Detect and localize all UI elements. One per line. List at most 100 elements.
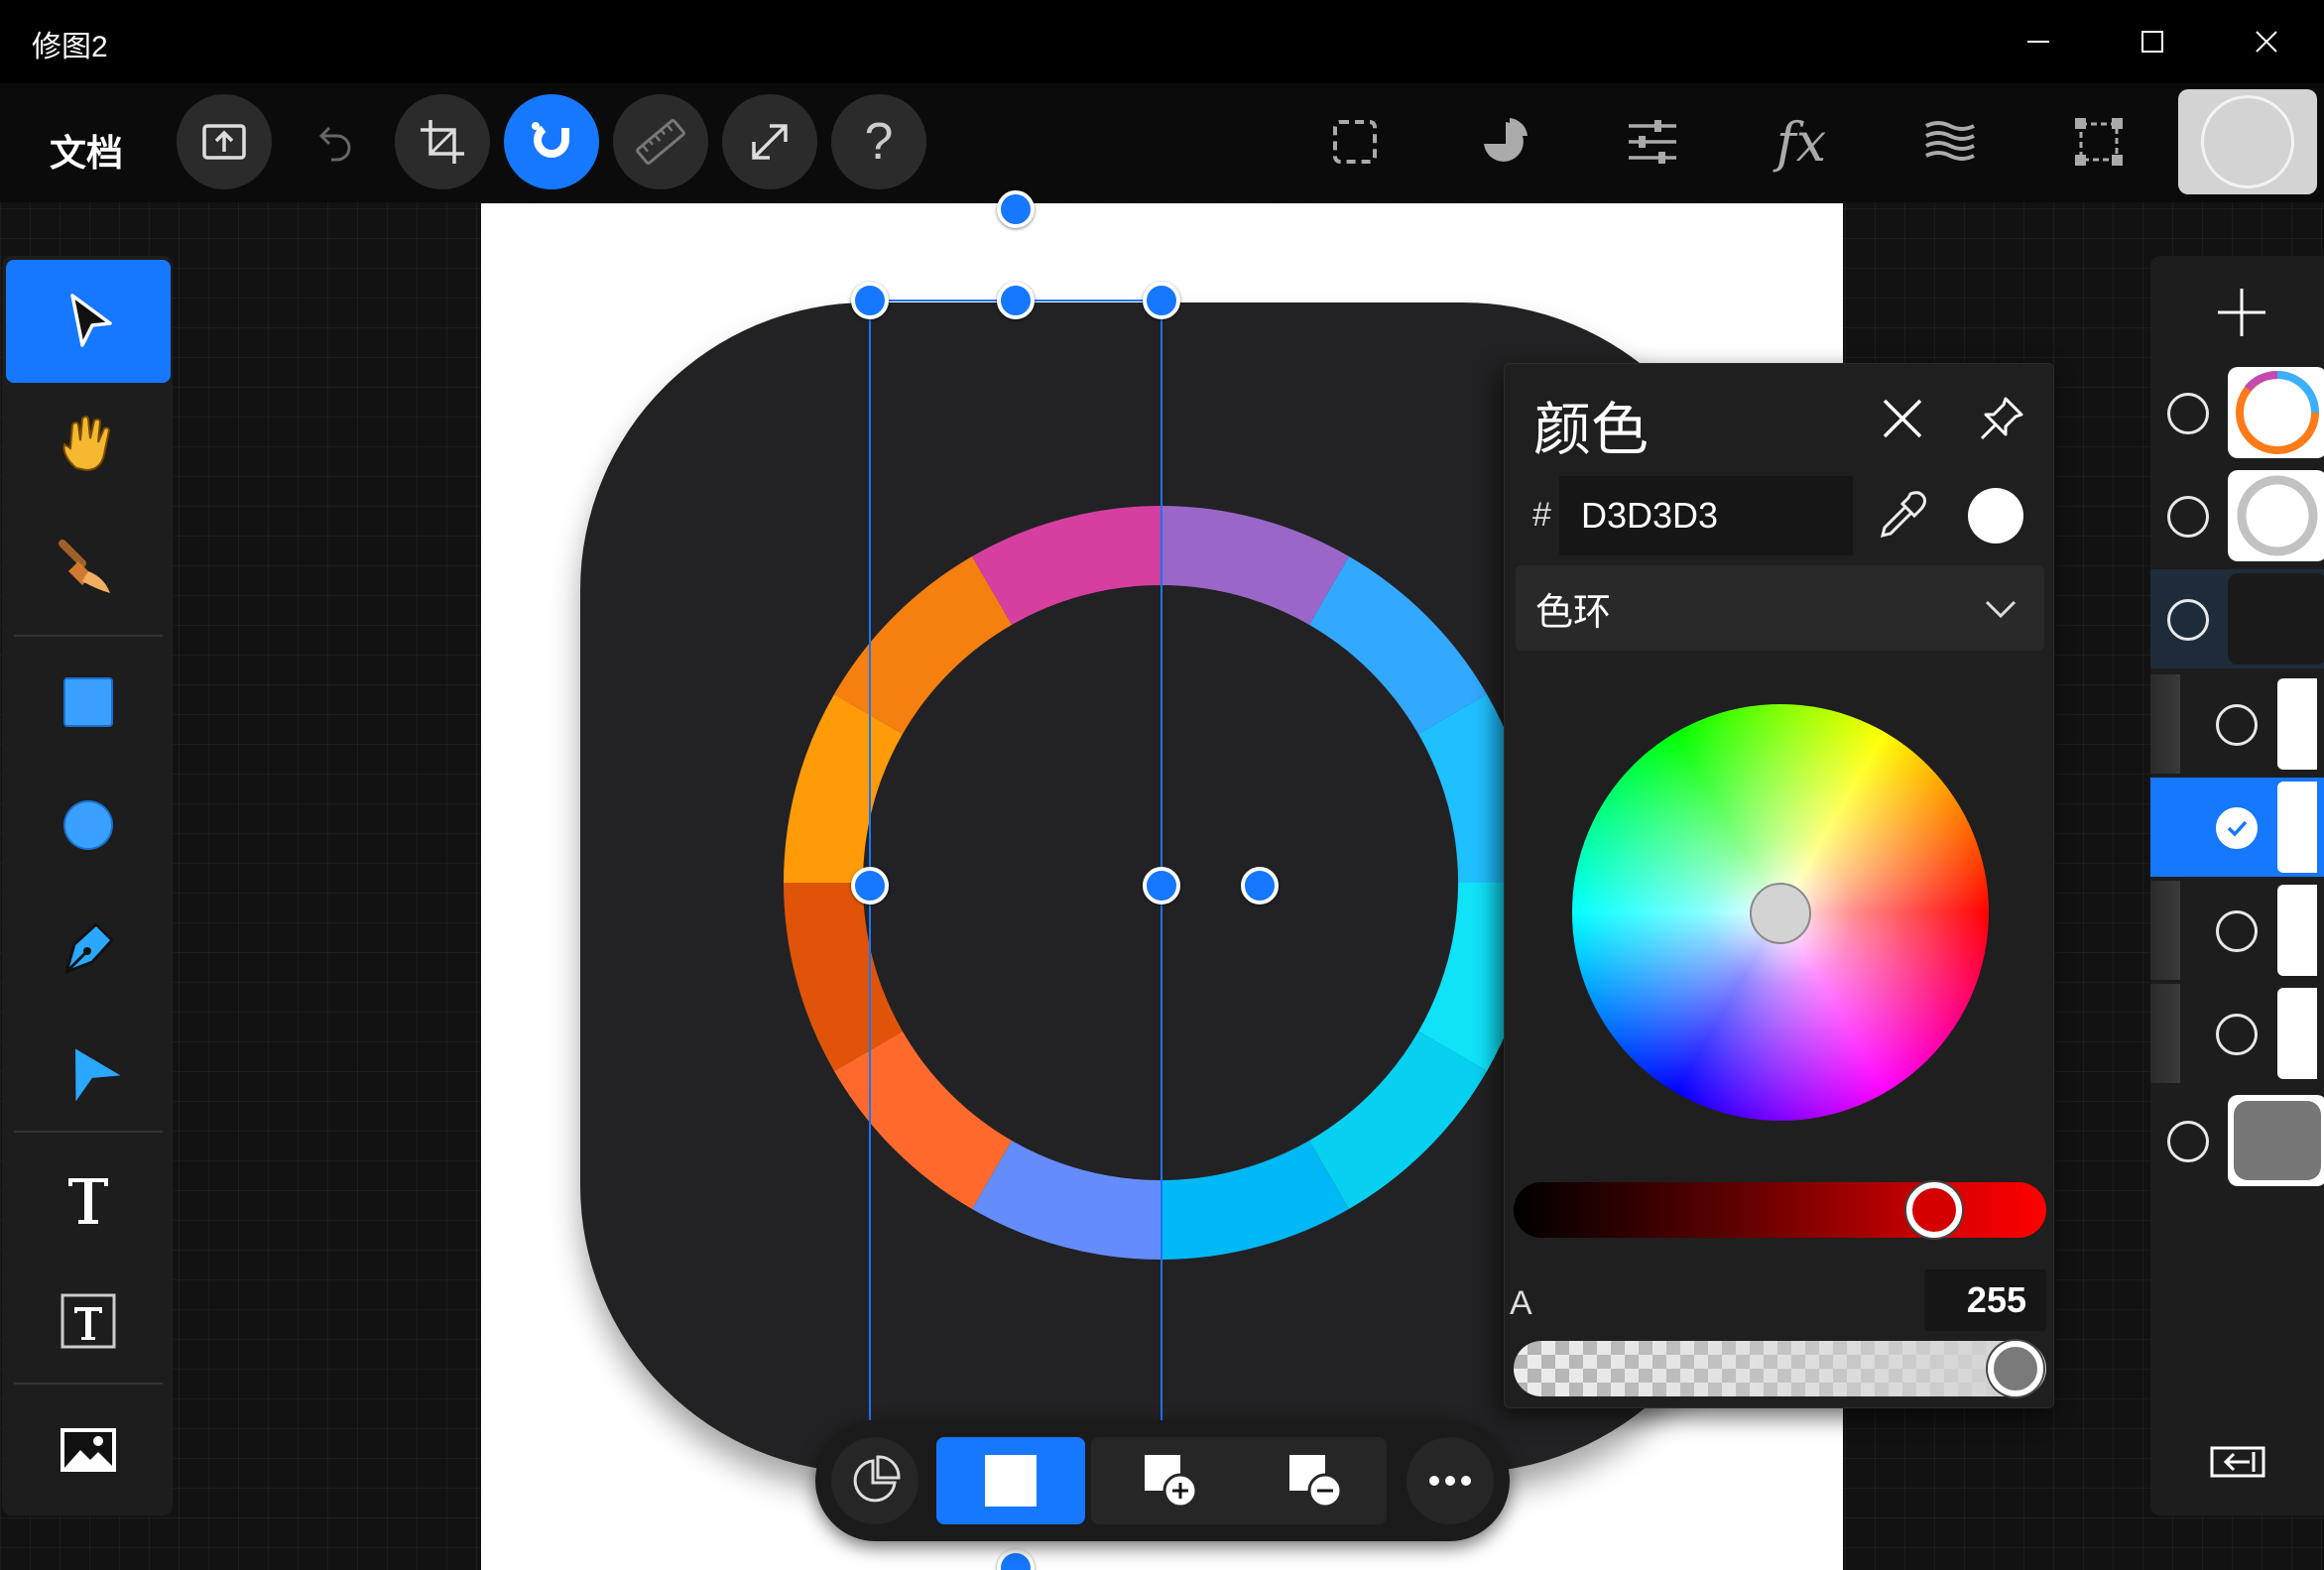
hex-color-input[interactable]: [1559, 476, 1853, 555]
shadow-thumbnail-icon: [2237, 475, 2318, 556]
resize-handle-top[interactable]: [997, 282, 1035, 319]
check-icon: [2227, 820, 2248, 837]
texture-icon: [1925, 121, 1975, 161]
ruler-button[interactable]: [613, 94, 708, 189]
layer-select-radio[interactable]: [2167, 496, 2209, 538]
snap-button[interactable]: [504, 94, 599, 189]
transform-button[interactable]: [2051, 94, 2146, 189]
text-box-tool[interactable]: [6, 1260, 171, 1383]
ellipse-tool[interactable]: [6, 764, 171, 887]
crop-button[interactable]: [395, 94, 490, 189]
document-menu[interactable]: 文档: [50, 123, 123, 177]
color-wheel-picker[interactable]: [1750, 883, 1811, 944]
alpha-slider[interactable]: [1514, 1341, 2046, 1396]
transform-icon: [2075, 118, 2123, 166]
resize-icon: [752, 124, 788, 160]
layer-indent: [2150, 674, 2180, 774]
snap-magnet-icon: [532, 122, 569, 158]
undo-icon: [318, 126, 351, 162]
ruler-icon: [636, 118, 685, 166]
pie-button[interactable]: [831, 1437, 918, 1524]
close-window-button[interactable]: [2212, 0, 2321, 83]
pie-shape-button[interactable]: [1456, 94, 1551, 189]
layer-select-radio[interactable]: [2216, 910, 2258, 952]
plus-icon: [2218, 289, 2265, 336]
close-icon: [2256, 31, 2277, 53]
undo-button[interactable]: [288, 94, 383, 189]
color-mode-dropdown[interactable]: 色环: [1516, 565, 2044, 651]
value-slider-thumb[interactable]: [1906, 1182, 1962, 1238]
pen-icon: [64, 922, 114, 974]
eyedropper-button[interactable]: [1873, 486, 1932, 545]
alpha-value-input[interactable]: [1924, 1269, 2046, 1331]
current-color-preview[interactable]: [1968, 488, 2023, 543]
minimize-button[interactable]: [1984, 0, 2093, 83]
image-icon: [61, 1428, 116, 1472]
layer-thumbnail: [2277, 885, 2317, 976]
collapse-panel-button[interactable]: [2208, 1440, 2267, 1484]
alpha-slider-thumb[interactable]: [1988, 1341, 2043, 1396]
hand-tool[interactable]: [6, 383, 171, 506]
node-arrow-icon: [75, 1048, 121, 1102]
brush-tool[interactable]: [6, 506, 171, 629]
layer-thumbnail: [2277, 782, 2317, 873]
minimize-icon: [2027, 41, 2049, 43]
fx-icon: fx: [1775, 110, 1827, 174]
pin-icon: [1980, 397, 2023, 440]
tool-separator: [14, 635, 163, 637]
rectangle-tool[interactable]: [6, 641, 171, 764]
tool-separator: [14, 1383, 163, 1385]
crop-icon: [421, 120, 464, 164]
layer-select-radio[interactable]: [2167, 1121, 2209, 1162]
color-panel-title: 颜色: [1533, 398, 1650, 462]
shape-fill-button[interactable]: [936, 1437, 1085, 1524]
layer-thumbnail: [2228, 470, 2324, 561]
layer-select-radio[interactable]: [2216, 1014, 2258, 1055]
more-icon: [1429, 1476, 1471, 1486]
node-tool[interactable]: [6, 1010, 171, 1133]
shape-add-button[interactable]: [1101, 1437, 1240, 1524]
layer-select-radio-checked[interactable]: [2216, 807, 2258, 849]
current-color-swatch[interactable]: [2178, 89, 2317, 194]
layer-indent: [2150, 881, 2180, 980]
pen-tool[interactable]: [6, 887, 171, 1010]
help-button[interactable]: ?: [831, 94, 926, 189]
resize-handle-top-right[interactable]: [1143, 282, 1180, 319]
collapse-panel-icon: [2210, 1446, 2265, 1478]
text-box-icon: [61, 1293, 116, 1349]
rectangle-icon: [63, 677, 113, 727]
effects-button[interactable]: fx: [1754, 94, 1849, 189]
layer-select-radio[interactable]: [2216, 704, 2258, 746]
more-options-button[interactable]: [1407, 1437, 1494, 1524]
texture-button[interactable]: [1902, 94, 1998, 189]
layer-select-radio[interactable]: [2167, 599, 2209, 641]
image-tool[interactable]: [6, 1389, 171, 1511]
export-button[interactable]: [177, 94, 272, 189]
radius-handle[interactable]: [1241, 867, 1279, 905]
select-tool[interactable]: [6, 260, 171, 383]
layer-select-radio[interactable]: [2167, 393, 2209, 434]
pin-panel-button[interactable]: [1978, 395, 2025, 447]
layer-indent: [2150, 984, 2180, 1083]
close-panel-button[interactable]: [1879, 395, 1926, 447]
resize-button[interactable]: [722, 94, 817, 189]
center-handle[interactable]: [1143, 867, 1180, 905]
pointer-icon: [70, 294, 112, 347]
chevron-down-icon: [1985, 600, 2017, 619]
add-layer-button[interactable]: [2202, 278, 2281, 347]
pie-shape-icon: [1484, 118, 1528, 162]
rotation-handle[interactable]: [997, 190, 1035, 228]
shape-subtract-button[interactable]: [1246, 1437, 1385, 1524]
resize-handle-top-left[interactable]: [851, 282, 889, 319]
value-slider[interactable]: [1514, 1182, 2046, 1238]
resize-handle-left[interactable]: [851, 867, 889, 905]
text-tool[interactable]: [6, 1137, 171, 1260]
maximize-button[interactable]: [2098, 0, 2207, 83]
selection-tool-button[interactable]: [1307, 94, 1403, 189]
adjustments-button[interactable]: [1605, 94, 1700, 189]
shape-subtract-icon: [1289, 1455, 1343, 1509]
layer-thumbnail: [2228, 367, 2324, 458]
ellipse-icon: [63, 800, 113, 850]
hex-hash-label: #: [1532, 496, 1551, 534]
selection-guide-left: [869, 300, 871, 1420]
